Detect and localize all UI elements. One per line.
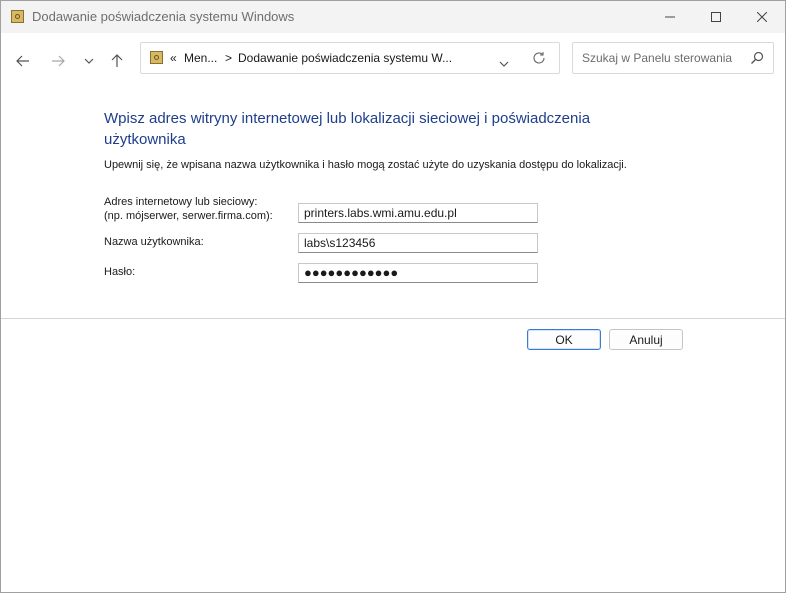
credential-manager-icon — [11, 10, 24, 23]
address-label-line1: Adres internetowy lub sieciowy: — [104, 196, 258, 208]
back-button[interactable] — [11, 49, 35, 73]
ok-button[interactable]: OK — [527, 329, 601, 350]
main-content: Wpisz adres witryny internetowej lub lok… — [1, 87, 785, 592]
control-panel-icon — [150, 51, 163, 64]
maximize-button[interactable] — [693, 1, 739, 33]
address-bar[interactable]: « Men... > Dodawanie poświadczenia syste… — [140, 42, 560, 74]
maximize-icon — [711, 12, 721, 22]
window-title: Dodawanie poświadczenia systemu Windows — [32, 9, 295, 24]
up-button[interactable] — [105, 49, 129, 73]
minimize-icon — [665, 16, 675, 18]
close-icon — [757, 12, 767, 22]
recent-locations-button[interactable] — [77, 49, 101, 73]
title-bar[interactable]: Dodawanie poświadczenia systemu Windows — [1, 1, 785, 33]
close-button[interactable] — [739, 1, 785, 33]
forward-button[interactable] — [46, 49, 70, 73]
password-label: Hasło: — [104, 266, 136, 278]
navigation-bar: « Men... > Dodawanie poświadczenia syste… — [1, 33, 785, 87]
breadcrumb-item-current[interactable]: Dodawanie poświadczenia systemu W... — [238, 51, 452, 65]
chevron-down-icon — [84, 58, 94, 64]
refresh-button[interactable] — [532, 51, 546, 70]
breadcrumb-item-menu[interactable]: Men... — [184, 51, 217, 65]
search-icon[interactable] — [750, 51, 764, 70]
forward-arrow-icon — [52, 55, 65, 67]
credential-window: Dodawanie poświadczenia systemu Windows … — [0, 0, 786, 593]
search-placeholder[interactable]: Szukaj w Panelu sterowania — [582, 51, 732, 65]
divider — [1, 318, 785, 319]
username-input[interactable] — [298, 233, 538, 253]
minimize-button[interactable] — [647, 1, 693, 33]
page-description: Upewnij się, że wpisana nazwa użytkownik… — [104, 159, 627, 171]
address-label-line2: (np. mójserwer, serwer.firma.com): — [104, 210, 273, 222]
refresh-icon — [533, 52, 545, 64]
breadcrumb-overflow[interactable]: « — [170, 51, 177, 65]
breadcrumb-separator[interactable]: > — [225, 51, 232, 65]
password-input[interactable]: ●●●●●●●●●●●● — [298, 263, 538, 283]
back-arrow-icon — [16, 55, 29, 67]
address-input[interactable] — [298, 203, 538, 223]
up-arrow-icon — [111, 54, 123, 67]
address-label: Adres internetowy lub sieciowy: (np. mój… — [104, 195, 273, 223]
chevron-down-icon — [499, 61, 509, 67]
page-heading: Wpisz adres witryny internetowej lub lok… — [104, 110, 591, 148]
cancel-button[interactable]: Anuluj — [609, 329, 683, 350]
search-box[interactable]: Szukaj w Panelu sterowania — [572, 42, 774, 74]
username-label: Nazwa użytkownika: — [104, 236, 204, 248]
address-history-button[interactable] — [499, 54, 509, 72]
